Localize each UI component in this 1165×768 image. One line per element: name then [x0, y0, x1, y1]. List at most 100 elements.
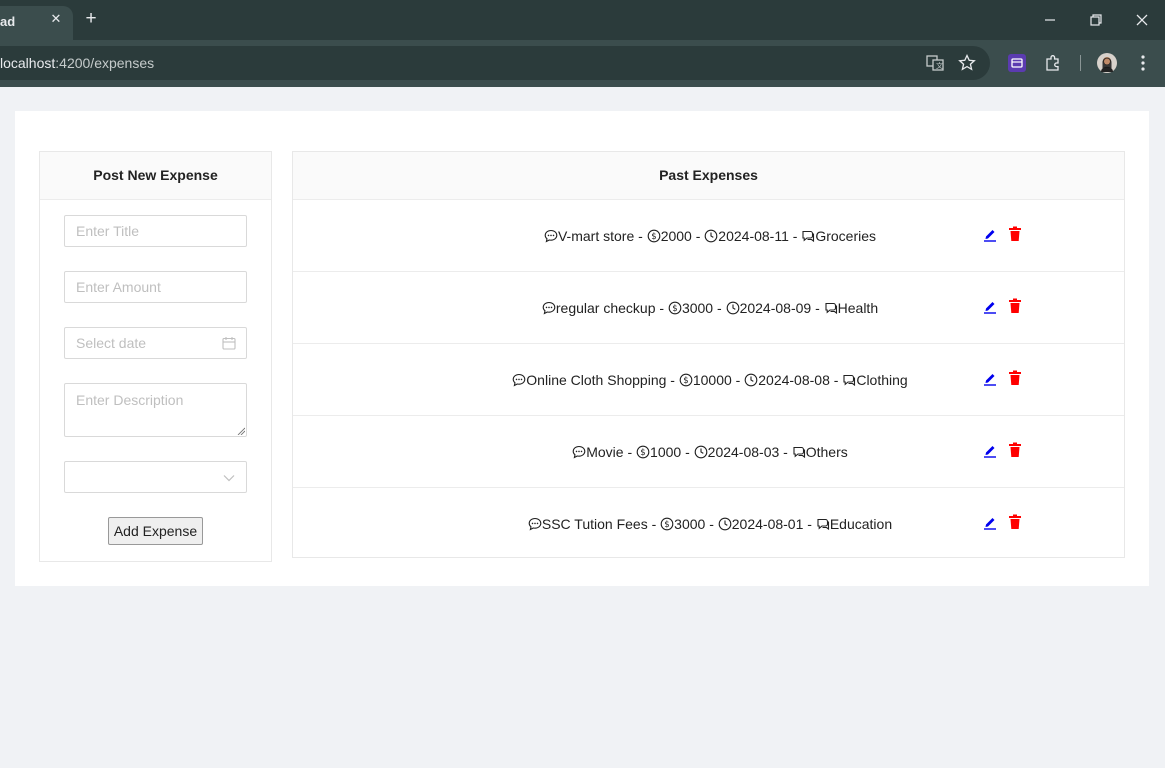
expense-title: V-mart store: [557, 228, 635, 245]
expense-summary: SSC Tution Fees - $3000 - 2024-08-01 - E…: [293, 488, 1127, 559]
dollar-icon: $: [679, 372, 693, 388]
past-expenses-panel: Past Expenses V-mart store - $2000 - 202…: [292, 151, 1125, 558]
title-placeholder: Enter Title: [76, 223, 140, 239]
separator: -: [788, 228, 802, 245]
category-tag-icon: [792, 444, 806, 460]
amount-placeholder: Enter Amount: [76, 279, 161, 295]
browser-toolbar: localhost:4200/expenses 文: [0, 40, 1165, 87]
expense-title: Movie: [586, 444, 624, 461]
expense-amount: 3000: [681, 300, 714, 317]
dollar-icon: $: [647, 228, 661, 244]
minimize-icon[interactable]: [1040, 10, 1060, 30]
category-tag-icon: [801, 228, 815, 244]
expense-date: 2024-08-09: [739, 300, 812, 317]
browser-tab[interactable]: ad ✕: [0, 6, 73, 40]
separator: -: [779, 444, 792, 461]
expense-date: 2024-08-03: [707, 444, 780, 461]
address-bar[interactable]: localhost:4200/expenses 文: [0, 46, 990, 80]
separator: -: [803, 516, 816, 533]
separator: -: [623, 444, 637, 461]
past-expenses-heading: Past Expenses: [293, 152, 1124, 200]
svg-text:$: $: [664, 520, 669, 530]
separator: -: [731, 372, 745, 389]
delete-icon[interactable]: [1008, 298, 1022, 314]
dollar-icon: $: [660, 516, 674, 532]
dollar-icon: $: [668, 300, 682, 316]
expense-title: regular checkup: [555, 300, 656, 317]
separator: -: [647, 516, 661, 533]
expense-amount: 3000: [674, 516, 706, 533]
separator: -: [713, 300, 726, 317]
svg-text:$: $: [683, 376, 688, 386]
toolbar-divider: [1080, 55, 1081, 71]
expense-row: regular checkup - $3000 - 2024-08-09 - H…: [293, 272, 1124, 344]
calendar-icon: [222, 337, 236, 350]
expense-date: 2024-08-08: [758, 372, 830, 389]
new-tab-icon[interactable]: +: [82, 9, 100, 28]
date-picker[interactable]: Select date: [64, 327, 247, 359]
clock-icon: [694, 444, 708, 460]
page-card: Post New Expense Enter Title Enter Amoun…: [15, 111, 1149, 586]
category-tag-icon: [824, 300, 838, 316]
expense-amount: 10000: [692, 372, 732, 389]
delete-icon[interactable]: [1008, 226, 1022, 242]
chevron-down-icon: [223, 475, 235, 482]
date-placeholder: Select date: [76, 335, 147, 351]
delete-icon[interactable]: [1008, 514, 1022, 530]
svg-text:$: $: [651, 232, 656, 242]
resize-grip-icon[interactable]: [237, 427, 245, 435]
expense-date: 2024-08-11: [718, 228, 789, 245]
expense-category: Others: [805, 444, 848, 461]
dollar-icon: $: [636, 444, 650, 460]
restore-icon[interactable]: [1086, 10, 1106, 30]
url-text: localhost:4200/expenses: [0, 55, 155, 71]
separator: -: [666, 372, 679, 389]
category-select[interactable]: [64, 461, 247, 493]
separator: -: [681, 444, 694, 461]
browser-tab-bar: ad ✕ +: [0, 0, 1165, 40]
post-expense-heading: Post New Expense: [40, 152, 271, 200]
expense-amount: 1000: [650, 444, 682, 461]
separator: -: [634, 228, 647, 245]
amount-input[interactable]: Enter Amount: [64, 271, 247, 303]
profile-avatar-icon[interactable]: [1096, 52, 1118, 74]
browser-menu-icon[interactable]: [1133, 53, 1153, 73]
comment-icon: [512, 372, 526, 388]
translate-icon[interactable]: 文: [925, 53, 945, 73]
close-window-icon[interactable]: [1132, 10, 1152, 30]
extensions-puzzle-icon[interactable]: [1043, 53, 1063, 73]
expense-summary: Online Cloth Shopping - $10000 - 2024-08…: [293, 344, 1127, 415]
edit-icon[interactable]: [983, 226, 997, 242]
expense-date: 2024-08-01: [731, 516, 804, 533]
close-tab-icon[interactable]: ✕: [48, 11, 64, 27]
expense-amount: 2000: [660, 228, 692, 245]
svg-text:$: $: [640, 448, 645, 458]
separator: -: [705, 516, 718, 533]
edit-icon[interactable]: [983, 370, 997, 386]
edit-icon[interactable]: [983, 514, 997, 530]
separator: -: [655, 300, 668, 317]
edit-icon[interactable]: [983, 442, 997, 458]
comment-icon: [572, 444, 586, 460]
title-input[interactable]: Enter Title: [64, 215, 247, 247]
delete-icon[interactable]: [1008, 442, 1022, 458]
expense-category: Groceries: [815, 228, 877, 245]
expense-row: V-mart store - $2000 - 2024-08-11 - Groc…: [293, 200, 1124, 272]
description-textarea[interactable]: Enter Description: [64, 383, 247, 437]
expense-row: Movie - $1000 - 2024-08-03 - Others: [293, 416, 1124, 488]
extension-app-icon[interactable]: [1007, 53, 1027, 73]
comment-icon: [544, 228, 558, 244]
expense-title: Online Cloth Shopping: [526, 372, 667, 389]
edit-icon[interactable]: [983, 298, 997, 314]
expense-row: SSC Tution Fees - $3000 - 2024-08-01 - E…: [293, 488, 1124, 560]
comment-icon: [542, 300, 556, 316]
add-expense-button[interactable]: Add Expense: [108, 517, 203, 545]
svg-text:文: 文: [936, 61, 943, 70]
delete-icon[interactable]: [1008, 370, 1022, 386]
expense-summary: Movie - $1000 - 2024-08-03 - Others: [293, 416, 1127, 487]
expense-summary: regular checkup - $3000 - 2024-08-09 - H…: [293, 272, 1127, 343]
expense-category: Health: [837, 300, 879, 317]
bookmark-star-icon[interactable]: [957, 53, 977, 73]
separator: -: [691, 228, 705, 245]
clock-icon: [704, 228, 718, 244]
